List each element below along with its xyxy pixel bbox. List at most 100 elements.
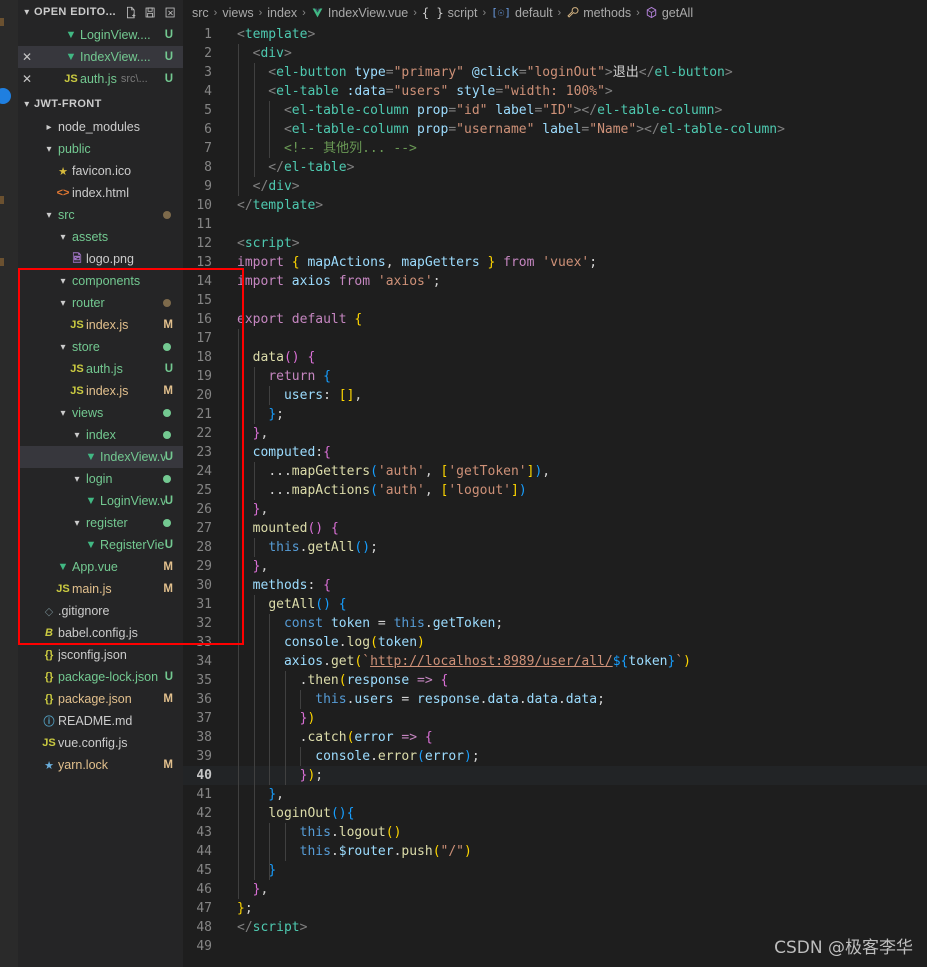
tree-file[interactable]: ★ yarn.lock M <box>18 754 183 776</box>
chevron-down-icon[interactable]: ▾ <box>54 408 72 419</box>
code-line[interactable]: 20 users: [], <box>183 386 927 405</box>
breadcrumb-item[interactable]: IndexView.vue <box>311 6 408 20</box>
code-line[interactable]: 39 console.error(error); <box>183 747 927 766</box>
code-line[interactable]: 27 mounted() { <box>183 519 927 538</box>
tree-folder[interactable]: ▾ views <box>18 402 183 424</box>
chevron-down-icon[interactable]: ▾ <box>54 342 72 353</box>
open-editor-item[interactable]: ▼ LoginView.... U <box>18 24 183 46</box>
tree-file[interactable]: JS index.js M <box>18 380 183 402</box>
tree-file[interactable]: ▼ App.vue M <box>18 556 183 578</box>
code-line[interactable]: 34 axios.get(`http://localhost:8989/user… <box>183 652 927 671</box>
tree-file[interactable]: {} jsconfig.json <box>18 644 183 666</box>
code-editor[interactable]: 1 <template> 2 <div> 3 <el-button type="pri… <box>183 25 927 967</box>
tree-file[interactable]: ⓘ README.md <box>18 710 183 732</box>
code-line[interactable]: 40 }); <box>183 766 927 785</box>
chevron-down-icon[interactable]: ▾ <box>54 276 72 287</box>
tree-folder[interactable]: ▾ src <box>18 204 183 226</box>
tree-folder[interactable]: ▾ public <box>18 138 183 160</box>
code-line[interactable]: 25 ...mapActions('auth', ['logout']) <box>183 481 927 500</box>
code-line[interactable]: 42 loginOut(){ <box>183 804 927 823</box>
code-line[interactable]: 16 export default { <box>183 310 927 329</box>
code-line[interactable]: 45 } <box>183 861 927 880</box>
code-line[interactable]: 14 import axios from 'axios'; <box>183 272 927 291</box>
code-line[interactable]: 11 <box>183 215 927 234</box>
code-line[interactable]: 31 getAll() { <box>183 595 927 614</box>
code-line[interactable]: 24 ...mapGetters('auth', ['getToken']), <box>183 462 927 481</box>
code-line[interactable]: 36 this.users = response.data.data.data; <box>183 690 927 709</box>
tree-folder[interactable]: ▾ register <box>18 512 183 534</box>
tree-file[interactable]: ★ favicon.ico <box>18 160 183 182</box>
close-icon[interactable]: ✕ <box>18 50 36 64</box>
explorer-header[interactable]: ▾ JWT-FRONT <box>18 92 183 116</box>
code-line[interactable]: 33 console.log(token) <box>183 633 927 652</box>
code-line[interactable]: 41 }, <box>183 785 927 804</box>
close-all-icon[interactable] <box>164 6 177 19</box>
tree-folder[interactable]: ▾ components <box>18 270 183 292</box>
code-line[interactable]: 23 computed:{ <box>183 443 927 462</box>
tree-file[interactable]: {} package.json M <box>18 688 183 710</box>
chevron-down-icon[interactable]: ▾ <box>54 232 72 243</box>
close-icon[interactable]: ✕ <box>18 72 36 86</box>
chevron-down-icon[interactable]: ▾ <box>68 430 86 441</box>
code-line[interactable]: 18 data() { <box>183 348 927 367</box>
tree-file[interactable]: JS main.js M <box>18 578 183 600</box>
chevron-down-icon[interactable]: ▾ <box>40 210 58 221</box>
code-line[interactable]: 22 }, <box>183 424 927 443</box>
code-line[interactable]: 6 <el-table-column prop="username" label… <box>183 120 927 139</box>
code-line[interactable]: 17 <box>183 329 927 348</box>
code-line[interactable]: 47}; <box>183 899 927 918</box>
code-line[interactable]: 5 <el-table-column prop="id" label="ID">… <box>183 101 927 120</box>
chevron-right-icon[interactable]: ▸ <box>40 122 58 133</box>
tree-folder[interactable]: ▾ login <box>18 468 183 490</box>
breadcrumb-item[interactable]: { } script <box>422 6 478 20</box>
chevron-down-icon[interactable]: ▾ <box>54 298 72 309</box>
tree-file[interactable]: <> index.html <box>18 182 183 204</box>
code-line[interactable]: 3 <el-button type="primary" @click="logi… <box>183 63 927 82</box>
source-control-badge[interactable] <box>0 88 11 104</box>
code-line[interactable]: 28 this.getAll(); <box>183 538 927 557</box>
tree-folder[interactable]: ▾ assets <box>18 226 183 248</box>
code-line[interactable]: 44 this.$router.push("/") <box>183 842 927 861</box>
code-line[interactable]: 30 methods: { <box>183 576 927 595</box>
code-line[interactable]: 7 <!-- 其他列... --> <box>183 139 927 158</box>
tree-folder[interactable]: ▾ router <box>18 292 183 314</box>
code-line[interactable]: 37 }) <box>183 709 927 728</box>
breadcrumb-item[interactable]: methods <box>566 6 631 20</box>
tree-file[interactable]: JS index.js M <box>18 314 183 336</box>
tree-file[interactable]: ◇ .gitignore <box>18 600 183 622</box>
breadcrumb-item[interactable]: getAll <box>645 6 693 20</box>
tree-file[interactable]: ▼RegisterVie...U <box>18 534 183 556</box>
tree-folder[interactable]: ▾ store <box>18 336 183 358</box>
breadcrumb-item[interactable]: index <box>267 6 297 20</box>
open-editor-item[interactable]: ✕ JS auth.js src\... U <box>18 68 183 90</box>
code-line[interactable]: 10 </template> <box>183 196 927 215</box>
new-file-icon[interactable] <box>124 6 137 19</box>
code-line[interactable]: 46 }, <box>183 880 927 899</box>
code-line[interactable]: 21 }; <box>183 405 927 424</box>
tree-file[interactable]: JS vue.config.js <box>18 732 183 754</box>
code-line[interactable]: 32 const token = this.getToken; <box>183 614 927 633</box>
chevron-down-icon[interactable]: ▾ <box>68 518 86 529</box>
code-line[interactable]: 2 <div> <box>183 44 927 63</box>
code-line[interactable]: 38 .catch(error => { <box>183 728 927 747</box>
code-line[interactable]: 26 }, <box>183 500 927 519</box>
tree-file[interactable]: ▼IndexView.v...U <box>18 446 183 468</box>
code-line[interactable]: 4 <el-table :data="users" style="width: … <box>183 82 927 101</box>
breadcrumb-item[interactable]: [☉] default <box>491 6 552 20</box>
chevron-down-icon[interactable]: ▾ <box>20 7 34 18</box>
code-line[interactable]: 1 <template> <box>183 25 927 44</box>
tree-file[interactable]: Bbabel.config.js <box>18 622 183 644</box>
chevron-down-icon[interactable]: ▾ <box>40 144 58 155</box>
save-all-icon[interactable] <box>144 6 157 19</box>
code-line[interactable]: 9 </div> <box>183 177 927 196</box>
tree-folder[interactable]: ▾ index <box>18 424 183 446</box>
tree-file[interactable]: 🖻 logo.png <box>18 248 183 270</box>
tree-folder[interactable]: ▸ node_modules <box>18 116 183 138</box>
code-line[interactable]: 8 </el-table> <box>183 158 927 177</box>
breadcrumb-item[interactable]: src <box>192 6 209 20</box>
code-line[interactable]: 29 }, <box>183 557 927 576</box>
code-line[interactable]: 35 .then(response => { <box>183 671 927 690</box>
open-editors-header[interactable]: ▾ OPEN EDITO... <box>18 0 183 24</box>
tree-file[interactable]: {} package-lock.json U <box>18 666 183 688</box>
code-line[interactable]: 15 <box>183 291 927 310</box>
